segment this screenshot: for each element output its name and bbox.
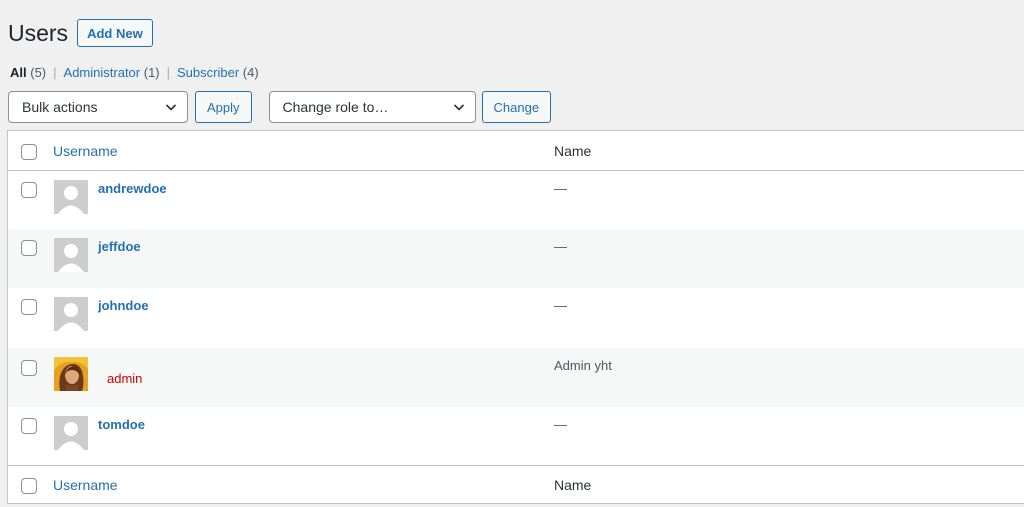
- column-name-footer: Name: [554, 477, 592, 493]
- add-new-button[interactable]: Add New: [77, 19, 153, 47]
- column-username[interactable]: Username: [53, 143, 118, 159]
- row-checkbox[interactable]: [21, 360, 37, 376]
- change-role-value: Change role to…: [282, 99, 389, 115]
- filter-separator: |: [53, 65, 57, 80]
- photo-avatar: [54, 357, 88, 391]
- default-avatar-icon: [54, 238, 88, 272]
- filter-administrator[interactable]: Administrator (1): [64, 65, 160, 80]
- bulk-actions-value: Bulk actions: [22, 99, 98, 115]
- username-link[interactable]: tomdoe: [98, 417, 145, 432]
- select-all-checkbox-footer[interactable]: [21, 478, 37, 494]
- filter-subscriber[interactable]: Subscriber (4): [177, 65, 259, 80]
- role-filters: All (5) | Administrator (1) | Subscriber…: [10, 65, 259, 80]
- name-cell: —: [554, 417, 567, 432]
- username-link[interactable]: admin: [107, 371, 142, 386]
- table-header: Username Name: [8, 131, 1024, 171]
- table-row: jeffdoe —: [8, 229, 1024, 288]
- filter-all[interactable]: All (5): [10, 65, 46, 80]
- change-role-select[interactable]: Change role to…: [268, 91, 476, 123]
- apply-button[interactable]: Apply: [195, 91, 252, 123]
- row-checkbox[interactable]: [21, 182, 37, 198]
- chevron-down-icon: [165, 104, 177, 111]
- page-header: Users Add New: [8, 18, 153, 48]
- row-checkbox[interactable]: [21, 240, 37, 256]
- change-button[interactable]: Change: [481, 91, 552, 123]
- filter-separator: |: [166, 65, 171, 80]
- default-avatar-icon: [54, 416, 88, 450]
- table-row: admin Admin yht: [8, 348, 1024, 407]
- default-avatar-icon: [54, 180, 88, 214]
- name-cell: —: [554, 298, 567, 313]
- name-cell: —: [554, 239, 567, 254]
- page-title: Users: [8, 20, 69, 46]
- row-checkbox[interactable]: [21, 418, 37, 434]
- default-avatar-icon: [54, 297, 88, 331]
- username-link[interactable]: johndoe: [98, 298, 149, 313]
- table-row: johndoe —: [8, 288, 1024, 348]
- table-footer: Username Name: [8, 465, 1024, 504]
- bulk-actions-select[interactable]: Bulk actions: [8, 91, 188, 123]
- name-cell: —: [554, 181, 567, 196]
- chevron-down-icon: [453, 104, 464, 111]
- users-table: Username Name andrewdoe — jeffdoe — john…: [7, 130, 1024, 504]
- column-username-footer[interactable]: Username: [53, 477, 118, 493]
- table-row: tomdoe —: [8, 407, 1024, 465]
- name-cell: Admin yht: [554, 358, 612, 373]
- username-link[interactable]: jeffdoe: [98, 239, 141, 254]
- select-all-checkbox[interactable]: [21, 144, 37, 160]
- username-link[interactable]: andrewdoe: [98, 181, 167, 196]
- table-row: andrewdoe —: [8, 171, 1024, 229]
- row-checkbox[interactable]: [21, 299, 37, 315]
- column-name: Name: [554, 143, 592, 159]
- table-toolbar: Bulk actions Apply Change role to… Chang…: [8, 91, 552, 123]
